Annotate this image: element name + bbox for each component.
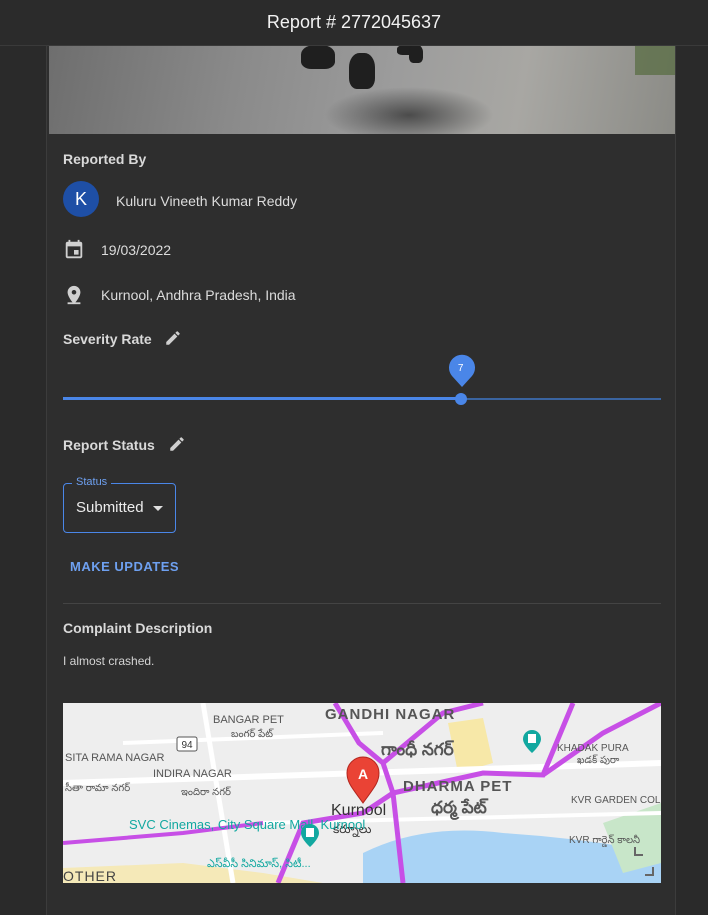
make-updates-button[interactable]: MAKE UPDATES (63, 553, 186, 580)
status-select-label: Status (72, 476, 112, 488)
reporter-name: Kuluru Vineeth Kumar Reddy (116, 193, 298, 209)
map-label: BANGAR PET (213, 714, 284, 726)
report-card: Reported By K Kuluru Vineeth Kumar Reddy… (46, 45, 676, 915)
pencil-icon[interactable] (168, 435, 186, 453)
map-label: KVR గార్డెన్ కాలనీ (569, 834, 640, 847)
report-location: Kurnool, Andhra Pradesh, India (101, 287, 296, 303)
map-label: GANDHI NAGAR (325, 706, 455, 723)
avatar-letter: K (74, 188, 87, 209)
status-select-value: Submitted (76, 499, 144, 516)
map-canvas: 94 GANDHI NAGAR గాంధీ నగర్ BANGAR PET బం… (63, 703, 661, 883)
location-pin-icon (67, 285, 81, 305)
map-label: బంగర్ పేట్ (231, 728, 274, 740)
status-select[interactable]: Status Submitted (63, 476, 176, 533)
app-bar: Report # 2772045637 (0, 0, 708, 46)
complaint-heading: Complaint Description (63, 620, 213, 636)
avatar: K (63, 181, 99, 217)
severity-slider-fill (63, 397, 461, 400)
severity-slider-thumb[interactable] (454, 393, 467, 405)
map-label: SITA RAMA NAGAR (65, 752, 164, 764)
severity-value-bubble: 7 (447, 354, 477, 388)
map-label: OTHER (63, 868, 117, 883)
report-status-heading: Report Status (63, 437, 155, 453)
map-label: గాంధీ నగర్ (381, 740, 455, 759)
location-map[interactable]: 94 GANDHI NAGAR గాంధీ నగర్ BANGAR PET బం… (63, 703, 661, 883)
severity-value: 7 (457, 363, 464, 374)
report-date: 19/03/2022 (101, 242, 172, 258)
complaint-text: I almost crashed. (63, 654, 155, 668)
severity-heading: Severity Rate (63, 331, 152, 347)
map-label: INDIRA NAGAR (153, 768, 232, 780)
scooter-shape (409, 45, 423, 63)
roadside-foliage (635, 45, 675, 75)
map-label: KHADAK PURA (557, 743, 629, 754)
pencil-icon[interactable] (164, 329, 182, 347)
highway-shield-94: 94 (176, 736, 198, 752)
map-label: DHARMA PET (403, 778, 512, 795)
page-title: Report # 2772045637 (266, 12, 442, 32)
map-label: ధర్మ పేట్ (431, 798, 489, 820)
highway-number: 94 (181, 740, 193, 751)
map-label: ఎస్‌వీసీ సినిమాస్, సిటీ... (207, 857, 311, 870)
dropdown-caret-icon (153, 506, 163, 511)
calendar-icon (65, 239, 83, 259)
map-marker-letter: A (358, 766, 368, 782)
report-photo (49, 45, 675, 134)
scooter-shape (349, 53, 375, 89)
map-label: ఖడక్ పురా (577, 754, 620, 766)
map-label: ఇందిరా నగర్ (181, 786, 231, 798)
map-label: SVC Cinemas, City Square Mall, Kurnool (129, 817, 365, 832)
scooter-shape (301, 45, 335, 69)
map-label: సీతా రామా నగర్ (65, 782, 130, 794)
reported-by-heading: Reported By (63, 151, 147, 167)
divider (63, 603, 661, 604)
map-label: KVR GARDEN COLONY (571, 795, 661, 806)
